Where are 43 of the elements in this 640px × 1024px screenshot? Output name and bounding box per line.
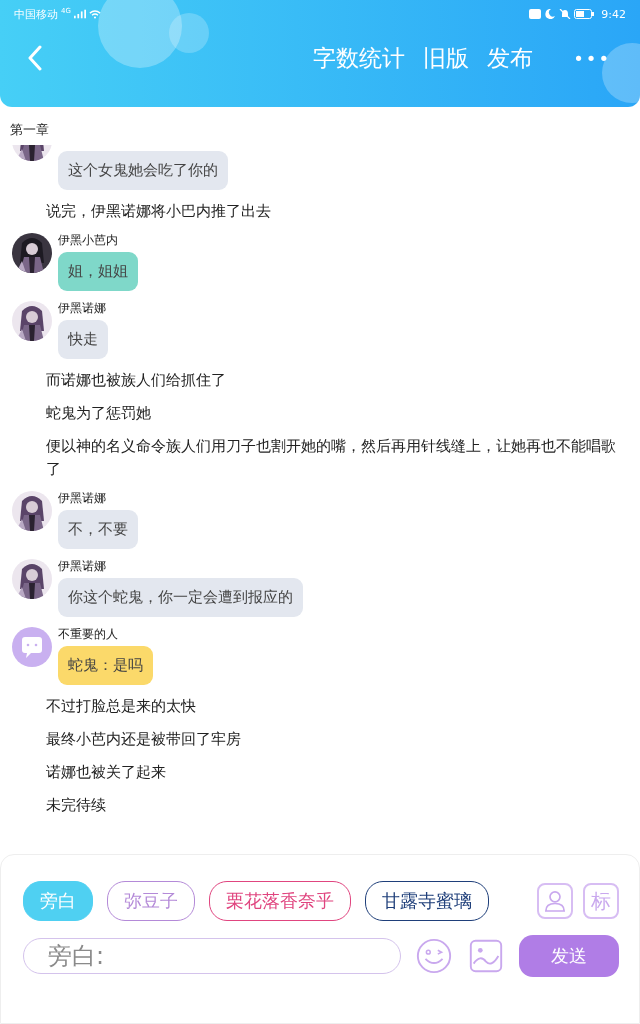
character-chip[interactable]: 弥豆子 [107, 881, 195, 921]
toolbar-action[interactable]: 旧版 [414, 42, 479, 74]
narration-text: 便以神的名义命令族人们用刀子也割开她的嘴，然后再用针线缝上，让她再也不能唱歌了 [45, 436, 617, 480]
character-chip[interactable]: 甘露寺蜜璃 [365, 881, 489, 921]
signal-icon [73, 9, 86, 19]
narration-text: 而诺娜也被族人们给抓住了 [45, 370, 227, 391]
speaker-name: 伊黑小芭内 [58, 233, 119, 247]
moon-icon [544, 9, 557, 19]
chat-bubble: 不，不要 [58, 510, 138, 549]
speaker-name: 伊黑诺娜 [58, 559, 107, 573]
toolbar-action[interactable]: 发布 [478, 42, 543, 74]
chat-bubble: 你这个蛇鬼，你一定会遭到报应的 [58, 578, 303, 617]
mark-button[interactable]: 标 [583, 883, 619, 919]
chat-bubble: 蛇鬼：是吗 [58, 646, 153, 685]
character-button[interactable] [537, 883, 573, 919]
chat-avatar-icon [12, 627, 52, 667]
chat-bubble: 姐，姐姐 [58, 252, 138, 291]
narration-text: 说完，伊黑诺娜将小巴内推了出去 [45, 201, 272, 222]
speaker-name: 伊黑诺娜 [58, 491, 107, 505]
message-input-field[interactable]: 旁白: [23, 938, 401, 974]
emoji-icon[interactable] [415, 937, 453, 975]
character-chip[interactable]: 栗花落香奈乎 [209, 881, 351, 921]
narration-text: 未完待续 [45, 795, 107, 816]
battery-icon [574, 9, 595, 19]
back-icon [28, 45, 42, 71]
chat-bubble: 这个女鬼她会吃了你的 [58, 151, 228, 190]
mute-bell-icon [559, 9, 572, 19]
toolbar-action[interactable]: 字数统计 [304, 42, 415, 74]
clock-text: 9:42 [601, 7, 626, 21]
narration-text: 不过打脸总是来的太快 [45, 696, 197, 717]
hd-icon [529, 9, 542, 19]
narration-text: 最终小芭内还是被带回了牢房 [45, 729, 242, 750]
speaker-name: 不重要的人 [58, 627, 119, 641]
send-button[interactable]: 发送 [519, 935, 619, 977]
chat-bubble: 快走 [58, 320, 108, 359]
wifi-icon [88, 9, 101, 19]
speaker-name: 伊黑诺娜 [58, 301, 107, 315]
character-chip[interactable]: 旁白 [23, 881, 93, 921]
carrier-text: 中国移动 [14, 6, 58, 22]
narration-text: 诺娜也被关了起来 [45, 762, 167, 783]
narration-text: 蛇鬼为了惩罚她 [45, 403, 152, 424]
more-button[interactable]: ••• [564, 47, 620, 69]
image-icon[interactable] [467, 937, 505, 975]
